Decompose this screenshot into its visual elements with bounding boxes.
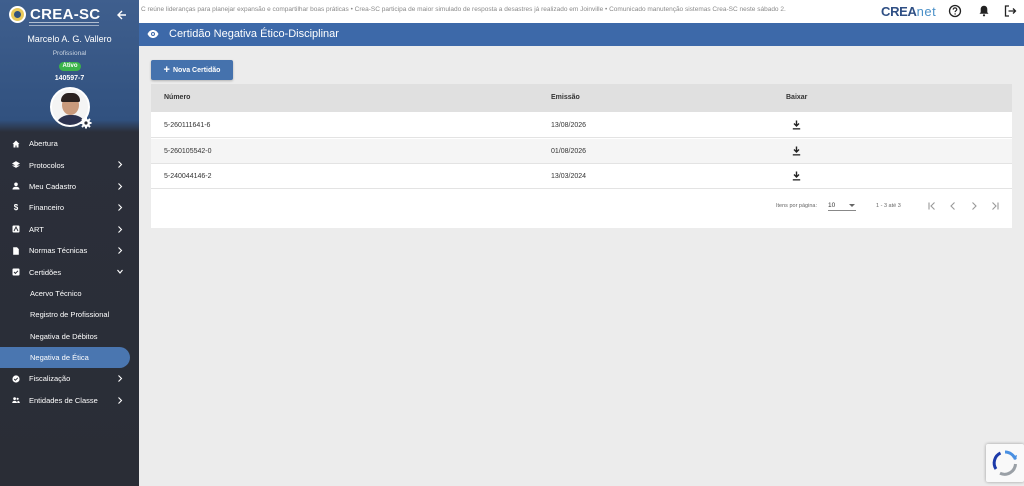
cell-numero: 5-240044146-2	[164, 173, 212, 180]
sidebar-item-label: Protocolos	[29, 160, 65, 170]
cell-emissao: 13/08/2026	[551, 122, 587, 129]
paginator: Itens por página: 10 1 - 3 até 3	[151, 196, 1012, 216]
chevron-right-icon	[118, 247, 123, 254]
sidebar-item-label: Fiscalização	[29, 374, 71, 384]
cell-emissao: 13/03/2024	[551, 173, 587, 180]
sidebar: CREA-SC Marcelo A. G. Vallero Profission…	[0, 0, 139, 486]
column-header-numero[interactable]: Número	[164, 94, 190, 101]
check-circle-icon	[12, 375, 20, 383]
sidebar-subitem-acervo-tecnico[interactable]: Acervo Técnico	[0, 283, 139, 304]
sidebar-item-fiscalizacao[interactable]: Fiscalização	[0, 368, 139, 389]
chevron-right-icon	[118, 161, 123, 169]
chevron-right-icon	[118, 182, 123, 190]
sidebar-item-label: Financeiro	[29, 203, 65, 213]
new-certificate-label: Nova Certidão	[172, 66, 221, 74]
first-page-icon[interactable]	[927, 201, 937, 211]
help-icon[interactable]	[948, 4, 962, 18]
sidebar-item-label: Abertura	[29, 139, 58, 149]
eye-icon	[147, 30, 159, 38]
recaptcha-badge[interactable]	[986, 444, 1024, 482]
sidebar-subitem-registro-profissional[interactable]: Registro de Profissional	[0, 304, 139, 325]
chevron-down-icon	[117, 269, 123, 275]
sidebar-item-label: Meu Cadastro	[29, 181, 77, 191]
document-icon	[12, 246, 20, 255]
person-icon	[12, 182, 20, 190]
sidebar-profile: CREA-SC Marcelo A. G. Vallero Profission…	[0, 0, 139, 132]
certificates-table: Número Emissão Baixar 5-260111641-6 13/0…	[151, 84, 1012, 228]
download-icon[interactable]	[792, 120, 801, 130]
sidebar-item-meu-cadastro[interactable]: Meu Cadastro	[0, 176, 139, 197]
gear-icon[interactable]	[80, 117, 92, 129]
sidebar-item-art[interactable]: ART	[0, 219, 139, 240]
page-title: Certidão Negativa Ético-Disciplinar	[169, 28, 339, 40]
user-name: Marcelo A. G. Vallero	[27, 34, 112, 44]
news-ticker[interactable]: C reúne lideranças para planejar expansã…	[141, 6, 879, 13]
sidebar-item-certidoes[interactable]: Certidões	[0, 261, 139, 282]
cell-numero: 5-260105542-0	[164, 148, 212, 155]
table-header: Número Emissão Baixar	[151, 84, 1012, 112]
plus-icon: +	[163, 64, 170, 76]
items-per-page-value: 10	[828, 202, 836, 209]
next-page-icon[interactable]	[969, 201, 979, 211]
cell-numero: 5-260111641-6	[164, 122, 211, 129]
crea-sc-logo[interactable]: CREA-SC	[9, 6, 100, 23]
sidebar-item-entidades-classe[interactable]: Entidades de Classe	[0, 390, 139, 411]
download-icon[interactable]	[792, 171, 801, 181]
arrow-left-icon[interactable]	[116, 9, 128, 21]
group-icon	[12, 396, 20, 404]
previous-page-icon[interactable]	[948, 201, 958, 211]
caret-down-icon	[849, 204, 855, 207]
brand-crea: CREA	[881, 4, 917, 19]
chevron-right-icon	[118, 396, 123, 404]
certificate-icon	[12, 268, 20, 276]
sidebar-menu: Abertura Protocolos Meu Cadastro $ Finan…	[0, 133, 139, 411]
items-per-page-select[interactable]: 10	[828, 201, 856, 211]
range-label: 1 - 3 até 3	[876, 203, 901, 209]
recaptcha-icon	[992, 450, 1017, 476]
dollar-icon: $	[13, 203, 19, 213]
download-icon[interactable]	[792, 146, 801, 156]
top-bar: C reúne lideranças para planejar expansã…	[139, 0, 1024, 23]
sidebar-item-abertura[interactable]: Abertura	[0, 133, 139, 154]
page-header: Certidão Negativa Ético-Disciplinar	[139, 23, 1024, 46]
sidebar-item-label: ART	[29, 224, 44, 234]
sidebar-item-normas-tecnicas[interactable]: Normas Técnicas	[0, 240, 139, 261]
home-icon	[12, 140, 20, 148]
layers-icon	[12, 161, 20, 169]
sidebar-item-financeiro[interactable]: $ Financeiro	[0, 197, 139, 218]
sidebar-item-protocolos[interactable]: Protocolos	[0, 154, 139, 175]
column-header-baixar: Baixar	[786, 94, 808, 101]
brand-net: net	[916, 4, 937, 19]
last-page-icon[interactable]	[990, 201, 1000, 211]
cell-emissao: 01/08/2026	[551, 148, 587, 155]
column-header-emissao[interactable]: Emissão	[551, 94, 580, 101]
sidebar-item-label: Normas Técnicas	[29, 246, 88, 256]
items-per-page-label: Itens por página:	[776, 203, 817, 209]
crea-seal-icon	[9, 6, 26, 23]
creanet-logo: CREAnet	[881, 4, 936, 19]
sidebar-item-label: Certidões	[29, 267, 62, 277]
status-badge: Ativo	[59, 62, 81, 71]
user-role: Profissional	[52, 50, 87, 57]
art-icon	[12, 225, 20, 233]
chevron-right-icon	[118, 375, 123, 383]
table-row: 5-260105542-0 01/08/2026	[151, 139, 1012, 164]
sidebar-subitem-negativa-debitos[interactable]: Negativa de Débitos	[0, 326, 139, 347]
chevron-right-icon	[118, 225, 123, 233]
registration-number: 140597-7	[54, 75, 85, 82]
logout-icon[interactable]	[1003, 4, 1017, 18]
table-row: 5-260111641-6 13/08/2026	[151, 113, 1012, 138]
bell-icon[interactable]	[977, 4, 991, 18]
table-row: 5-240044146-2 13/03/2024	[151, 164, 1012, 189]
logo-subtitle-lines	[29, 22, 99, 26]
chevron-right-icon	[118, 204, 123, 212]
sidebar-item-label: Entidades de Classe	[29, 395, 98, 405]
new-certificate-button[interactable]: + Nova Certidão	[151, 60, 233, 80]
sidebar-subitem-negativa-etica[interactable]: Negativa de Ética	[0, 346, 130, 369]
logo-text: CREA-SC	[30, 5, 101, 23]
